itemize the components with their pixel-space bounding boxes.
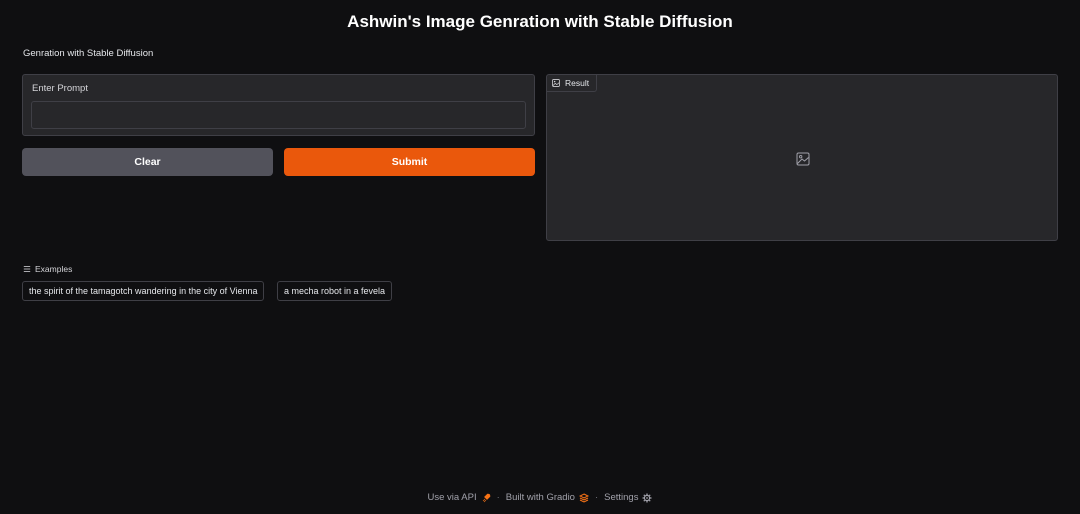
footer-separator: ·: [496, 492, 500, 503]
image-icon: [552, 79, 560, 87]
gear-icon: [642, 493, 652, 502]
footer-separator: ·: [594, 492, 599, 503]
clear-button[interactable]: Clear: [22, 148, 273, 176]
prompt-panel: Enter Prompt: [22, 74, 535, 136]
submit-button[interactable]: Submit: [284, 148, 535, 176]
app-root: Ashwin's Image Genration with Stable Dif…: [0, 0, 1080, 514]
result-label-tab: Result: [547, 75, 598, 92]
settings-label: Settings: [604, 492, 639, 503]
footer: Use via API · Built with Gradio · Settin…: [0, 492, 1080, 503]
examples-label: Examples: [35, 264, 73, 274]
prompt-label: Enter Prompt: [32, 83, 88, 94]
example-item[interactable]: the spirit of the tamagotch wandering in…: [22, 281, 265, 301]
page-title: Ashwin's Image Genration with Stable Dif…: [347, 12, 733, 31]
list-icon: [23, 266, 31, 272]
use-via-api-link[interactable]: Use via API: [428, 492, 491, 503]
image-placeholder-icon: [796, 152, 810, 166]
prompt-input[interactable]: [31, 101, 526, 129]
use-via-api-label: Use via API: [427, 492, 477, 503]
examples-header: Examples: [23, 264, 72, 274]
result-label: Result: [565, 78, 590, 88]
example-item[interactable]: a mecha robot in a fevela: [277, 281, 393, 301]
rocket-icon: [482, 493, 490, 502]
gradio-logo-icon: [578, 492, 589, 503]
settings-link[interactable]: Settings: [604, 492, 652, 503]
page-description: Genration with Stable Diffusion: [23, 48, 154, 59]
result-panel: Result: [546, 74, 1058, 241]
built-with-gradio-link[interactable]: Built with Gradio: [506, 492, 589, 503]
built-with-gradio-label: Built with Gradio: [505, 492, 575, 503]
